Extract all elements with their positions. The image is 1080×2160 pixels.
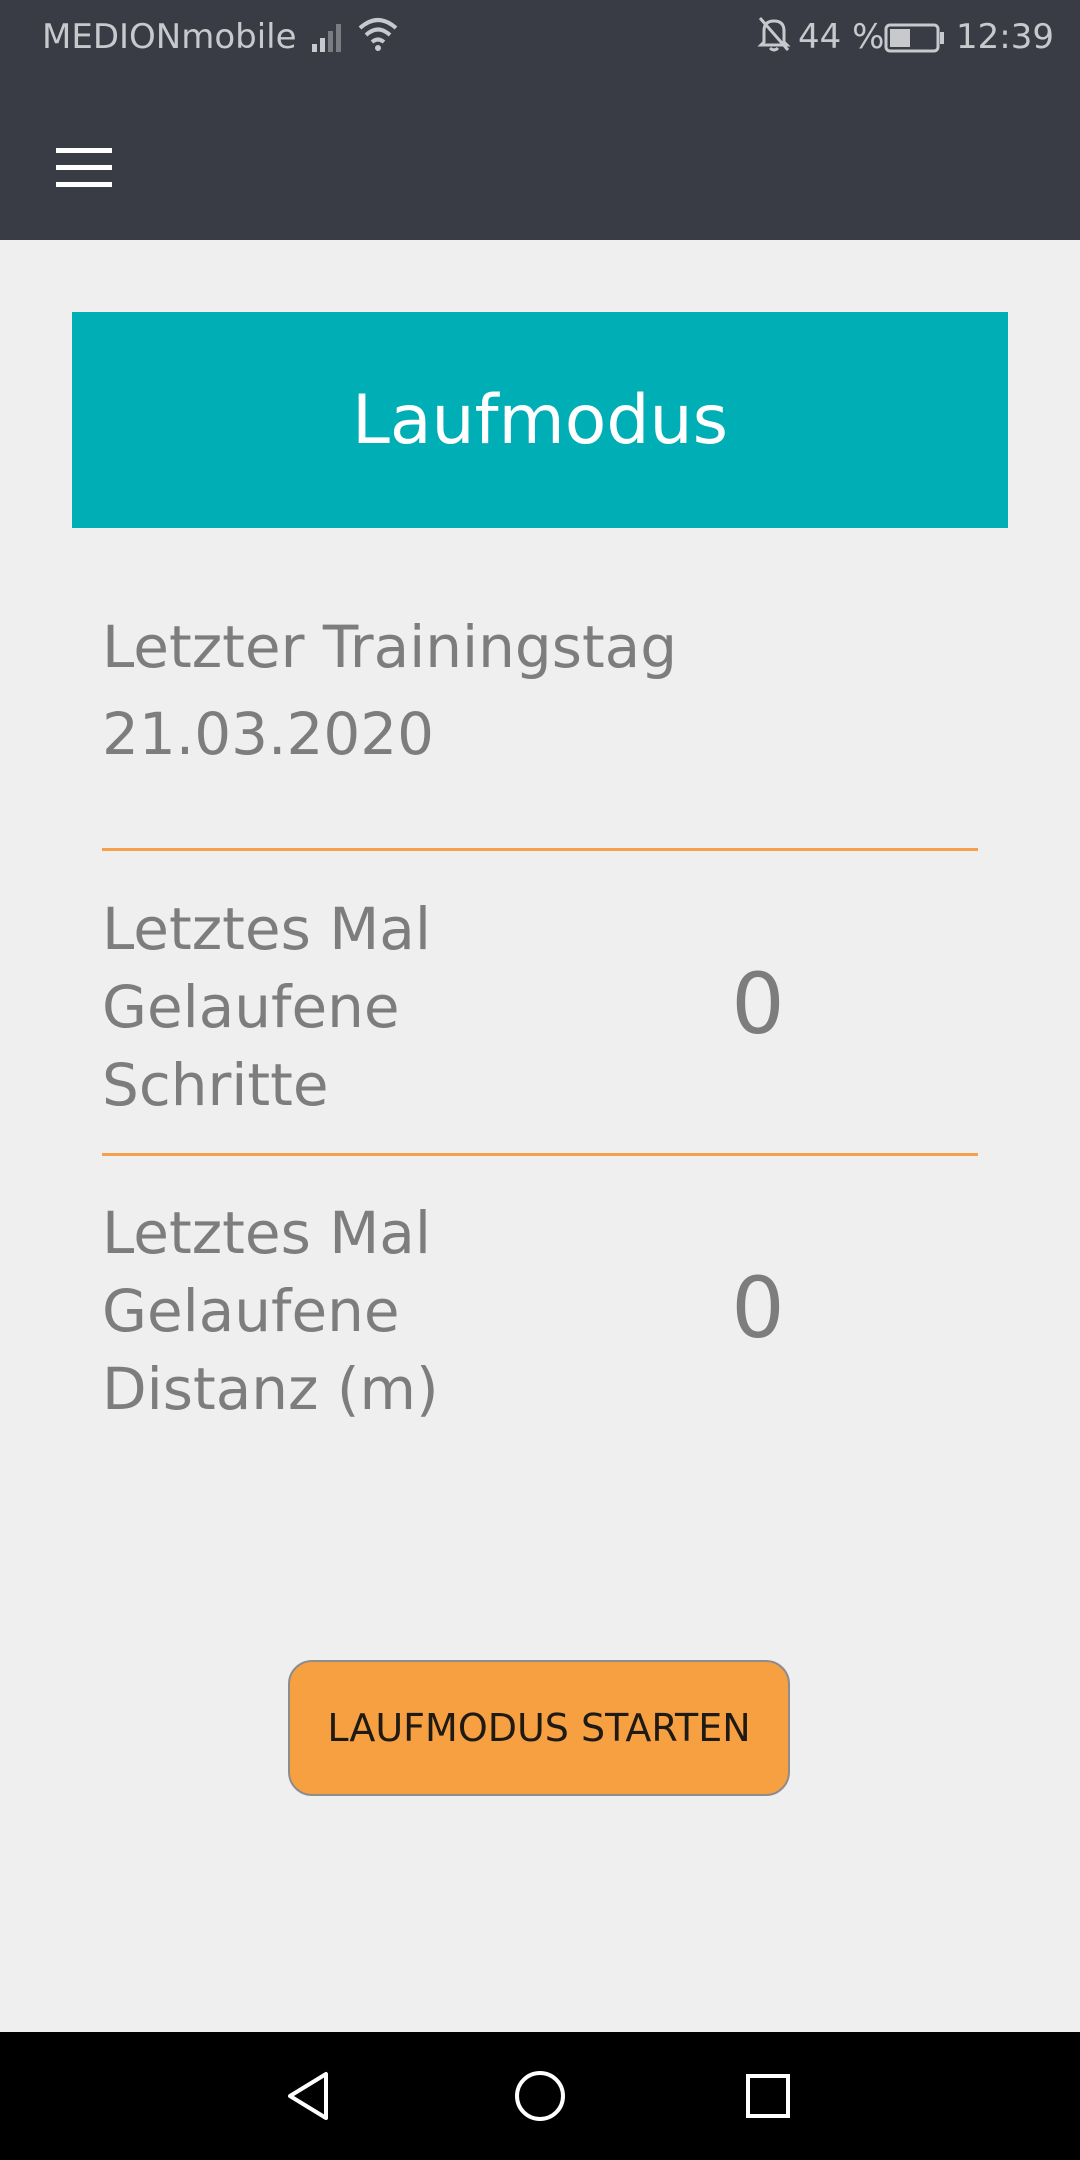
start-running-mode-button[interactable]: LAUFMODUS STARTEN <box>288 1660 790 1796</box>
steps-label-line: Gelaufene <box>102 973 400 1041</box>
distance-value: 0 <box>731 1259 785 1357</box>
battery-icon <box>884 22 946 62</box>
page-title: Laufmodus <box>72 312 1008 528</box>
divider <box>102 848 978 851</box>
last-training-label: Letzter Trainingstag <box>102 613 678 681</box>
back-button[interactable] <box>270 2056 350 2136</box>
back-icon <box>288 2072 328 2120</box>
last-training-date: 21.03.2020 <box>102 700 435 768</box>
divider <box>102 1153 978 1156</box>
recents-icon <box>746 2074 790 2118</box>
distance-label-line: Gelaufene <box>102 1277 400 1345</box>
steps-label-line: Letztes Mal <box>102 895 431 963</box>
home-icon <box>515 2071 565 2121</box>
bell-off-icon <box>756 14 792 63</box>
distance-label: Letztes Mal Gelaufene Distanz (m) <box>102 1194 439 1428</box>
steps-label: Letztes Mal Gelaufene Schritte <box>102 890 431 1124</box>
signal-icon <box>310 18 350 63</box>
steps-value: 0 <box>731 955 785 1053</box>
distance-label-line: Distanz (m) <box>102 1355 439 1423</box>
navigation-bar <box>0 2032 1080 2160</box>
carrier-name: MEDIONmobile <box>42 17 297 57</box>
app-bar <box>0 74 1080 240</box>
battery-percentage: 44 % <box>798 17 885 57</box>
recents-button[interactable] <box>728 2056 808 2136</box>
home-button[interactable] <box>500 2056 580 2136</box>
menu-button[interactable] <box>40 134 126 200</box>
wifi-icon <box>356 14 400 63</box>
clock: 12:39 <box>956 17 1054 57</box>
steps-label-line: Schritte <box>102 1051 329 1119</box>
status-bar: MEDIONmobile 44 % 12:39 <box>0 0 1080 74</box>
distance-label-line: Letztes Mal <box>102 1199 431 1267</box>
